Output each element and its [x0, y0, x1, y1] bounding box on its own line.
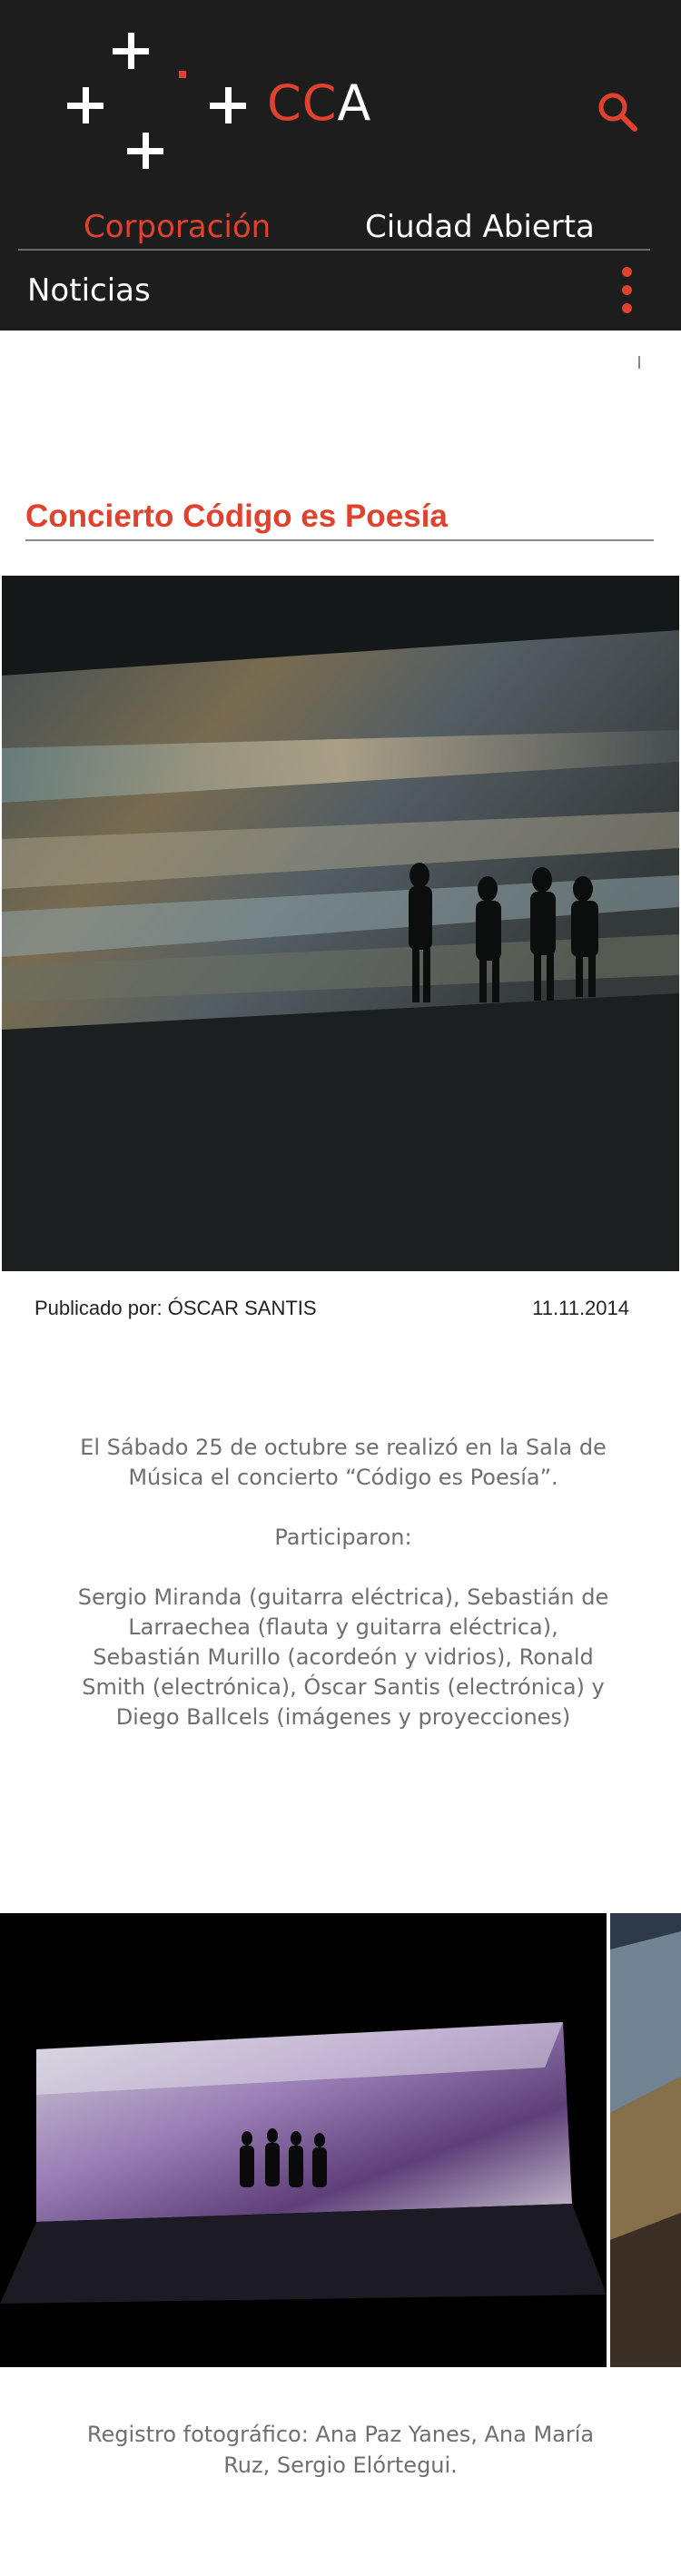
- menu-dot-icon: [622, 285, 632, 295]
- main-nav: Corporación Ciudad Abierta: [18, 207, 650, 251]
- nav-ciudad-abierta[interactable]: Ciudad Abierta: [365, 207, 595, 247]
- post-body: El Sábado 25 de octubre se realizó en la…: [73, 1433, 614, 1762]
- gallery-photo-image: [0, 1913, 607, 2367]
- plus-mark-icon: [127, 133, 163, 169]
- logo-wordmark: CCA: [267, 74, 372, 132]
- post-paragraph: El Sábado 25 de octubre se realizó en la…: [80, 1435, 607, 1490]
- menu-dot-icon: [622, 267, 632, 277]
- gallery-photo-next[interactable]: [610, 1913, 681, 2367]
- site-header: CCA Corporación Ciudad Abierta Noticias: [0, 0, 681, 331]
- search-icon: [598, 93, 637, 132]
- post-date: 11.11.2014: [532, 1297, 629, 1319]
- post-paragraph: Participaron:: [274, 1525, 412, 1550]
- cca-logo[interactable]: CCA: [62, 31, 389, 176]
- nav-corporacion[interactable]: Corporación: [84, 207, 271, 247]
- gallery-photo[interactable]: [0, 1913, 607, 2367]
- logo-dot-icon: [179, 71, 186, 78]
- post-meta: Publicado por: ÓSCAR SANTIS 11.11.2014: [35, 1293, 629, 1324]
- concert-photo-1: [2, 576, 679, 1271]
- post-title: Concierto Código es Poesía: [25, 496, 654, 541]
- plus-mark-icon: [210, 87, 246, 123]
- search-button[interactable]: [595, 89, 642, 136]
- photo-credits: Registro fotográfico: Ana Paz Yanes, Ana…: [86, 2422, 595, 2478]
- photo-gallery[interactable]: [0, 1913, 681, 2367]
- plus-mark-icon: [67, 87, 104, 123]
- section-title: Noticias: [27, 272, 151, 309]
- menu-dot-icon: [622, 303, 632, 313]
- gallery-photo-image: [610, 1913, 681, 2367]
- more-menu-button[interactable]: [614, 265, 641, 316]
- concert-photo-image: [2, 576, 679, 1271]
- plus-mark-icon: [113, 33, 149, 69]
- divider-mark: [638, 356, 640, 369]
- post-author: Publicado por: ÓSCAR SANTIS: [35, 1297, 317, 1319]
- post-paragraph: Sergio Miranda (guitarra eléctrica), Seb…: [77, 1584, 609, 1730]
